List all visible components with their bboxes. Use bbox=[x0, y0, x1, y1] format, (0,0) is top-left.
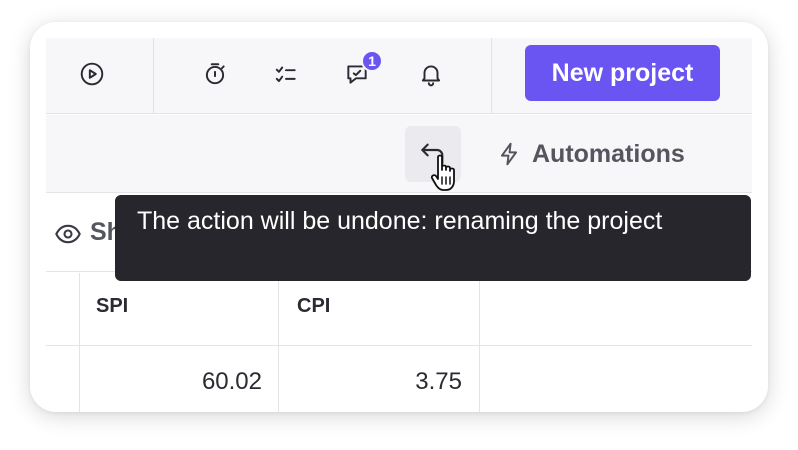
toolbar-divider bbox=[153, 38, 154, 114]
notification-badge: 1 bbox=[361, 50, 383, 72]
secondary-toolbar: Automations bbox=[46, 115, 752, 193]
notifications-button[interactable] bbox=[413, 56, 449, 92]
table-header: SPI CPI bbox=[46, 273, 752, 346]
chat-button[interactable]: 1 bbox=[339, 50, 383, 92]
table-cell-spi: 60.02 bbox=[201, 368, 262, 395]
checklist-button[interactable] bbox=[268, 56, 304, 92]
play-button[interactable] bbox=[74, 56, 110, 92]
table-row[interactable]: 60.02 3.75 bbox=[46, 346, 752, 412]
bell-icon bbox=[421, 65, 441, 87]
data-table: SPI CPI 60.02 3.75 bbox=[46, 273, 752, 412]
automations-label: Automations bbox=[532, 139, 685, 168]
undo-tooltip: The action will be undone: renaming the … bbox=[115, 195, 751, 281]
top-toolbar: 1 New project bbox=[46, 38, 752, 114]
timer-icon bbox=[205, 63, 225, 85]
toolbar-divider bbox=[491, 38, 492, 114]
eye-icon bbox=[55, 224, 81, 244]
timer-button[interactable] bbox=[197, 56, 233, 92]
play-circle-icon bbox=[80, 62, 104, 86]
new-project-button[interactable]: New project bbox=[525, 45, 720, 101]
checklist-icon bbox=[275, 66, 296, 83]
hand-cursor-icon bbox=[430, 154, 455, 191]
automations-button[interactable]: Automations bbox=[496, 133, 685, 175]
window-card: 1 New project Automations Sh SPI CPI 60.… bbox=[30, 22, 768, 412]
column-header-cpi[interactable]: CPI bbox=[297, 295, 330, 318]
bolt-icon bbox=[500, 142, 518, 166]
column-header-spi[interactable]: SPI bbox=[96, 295, 128, 318]
table-cell-cpi: 3.75 bbox=[415, 368, 462, 395]
